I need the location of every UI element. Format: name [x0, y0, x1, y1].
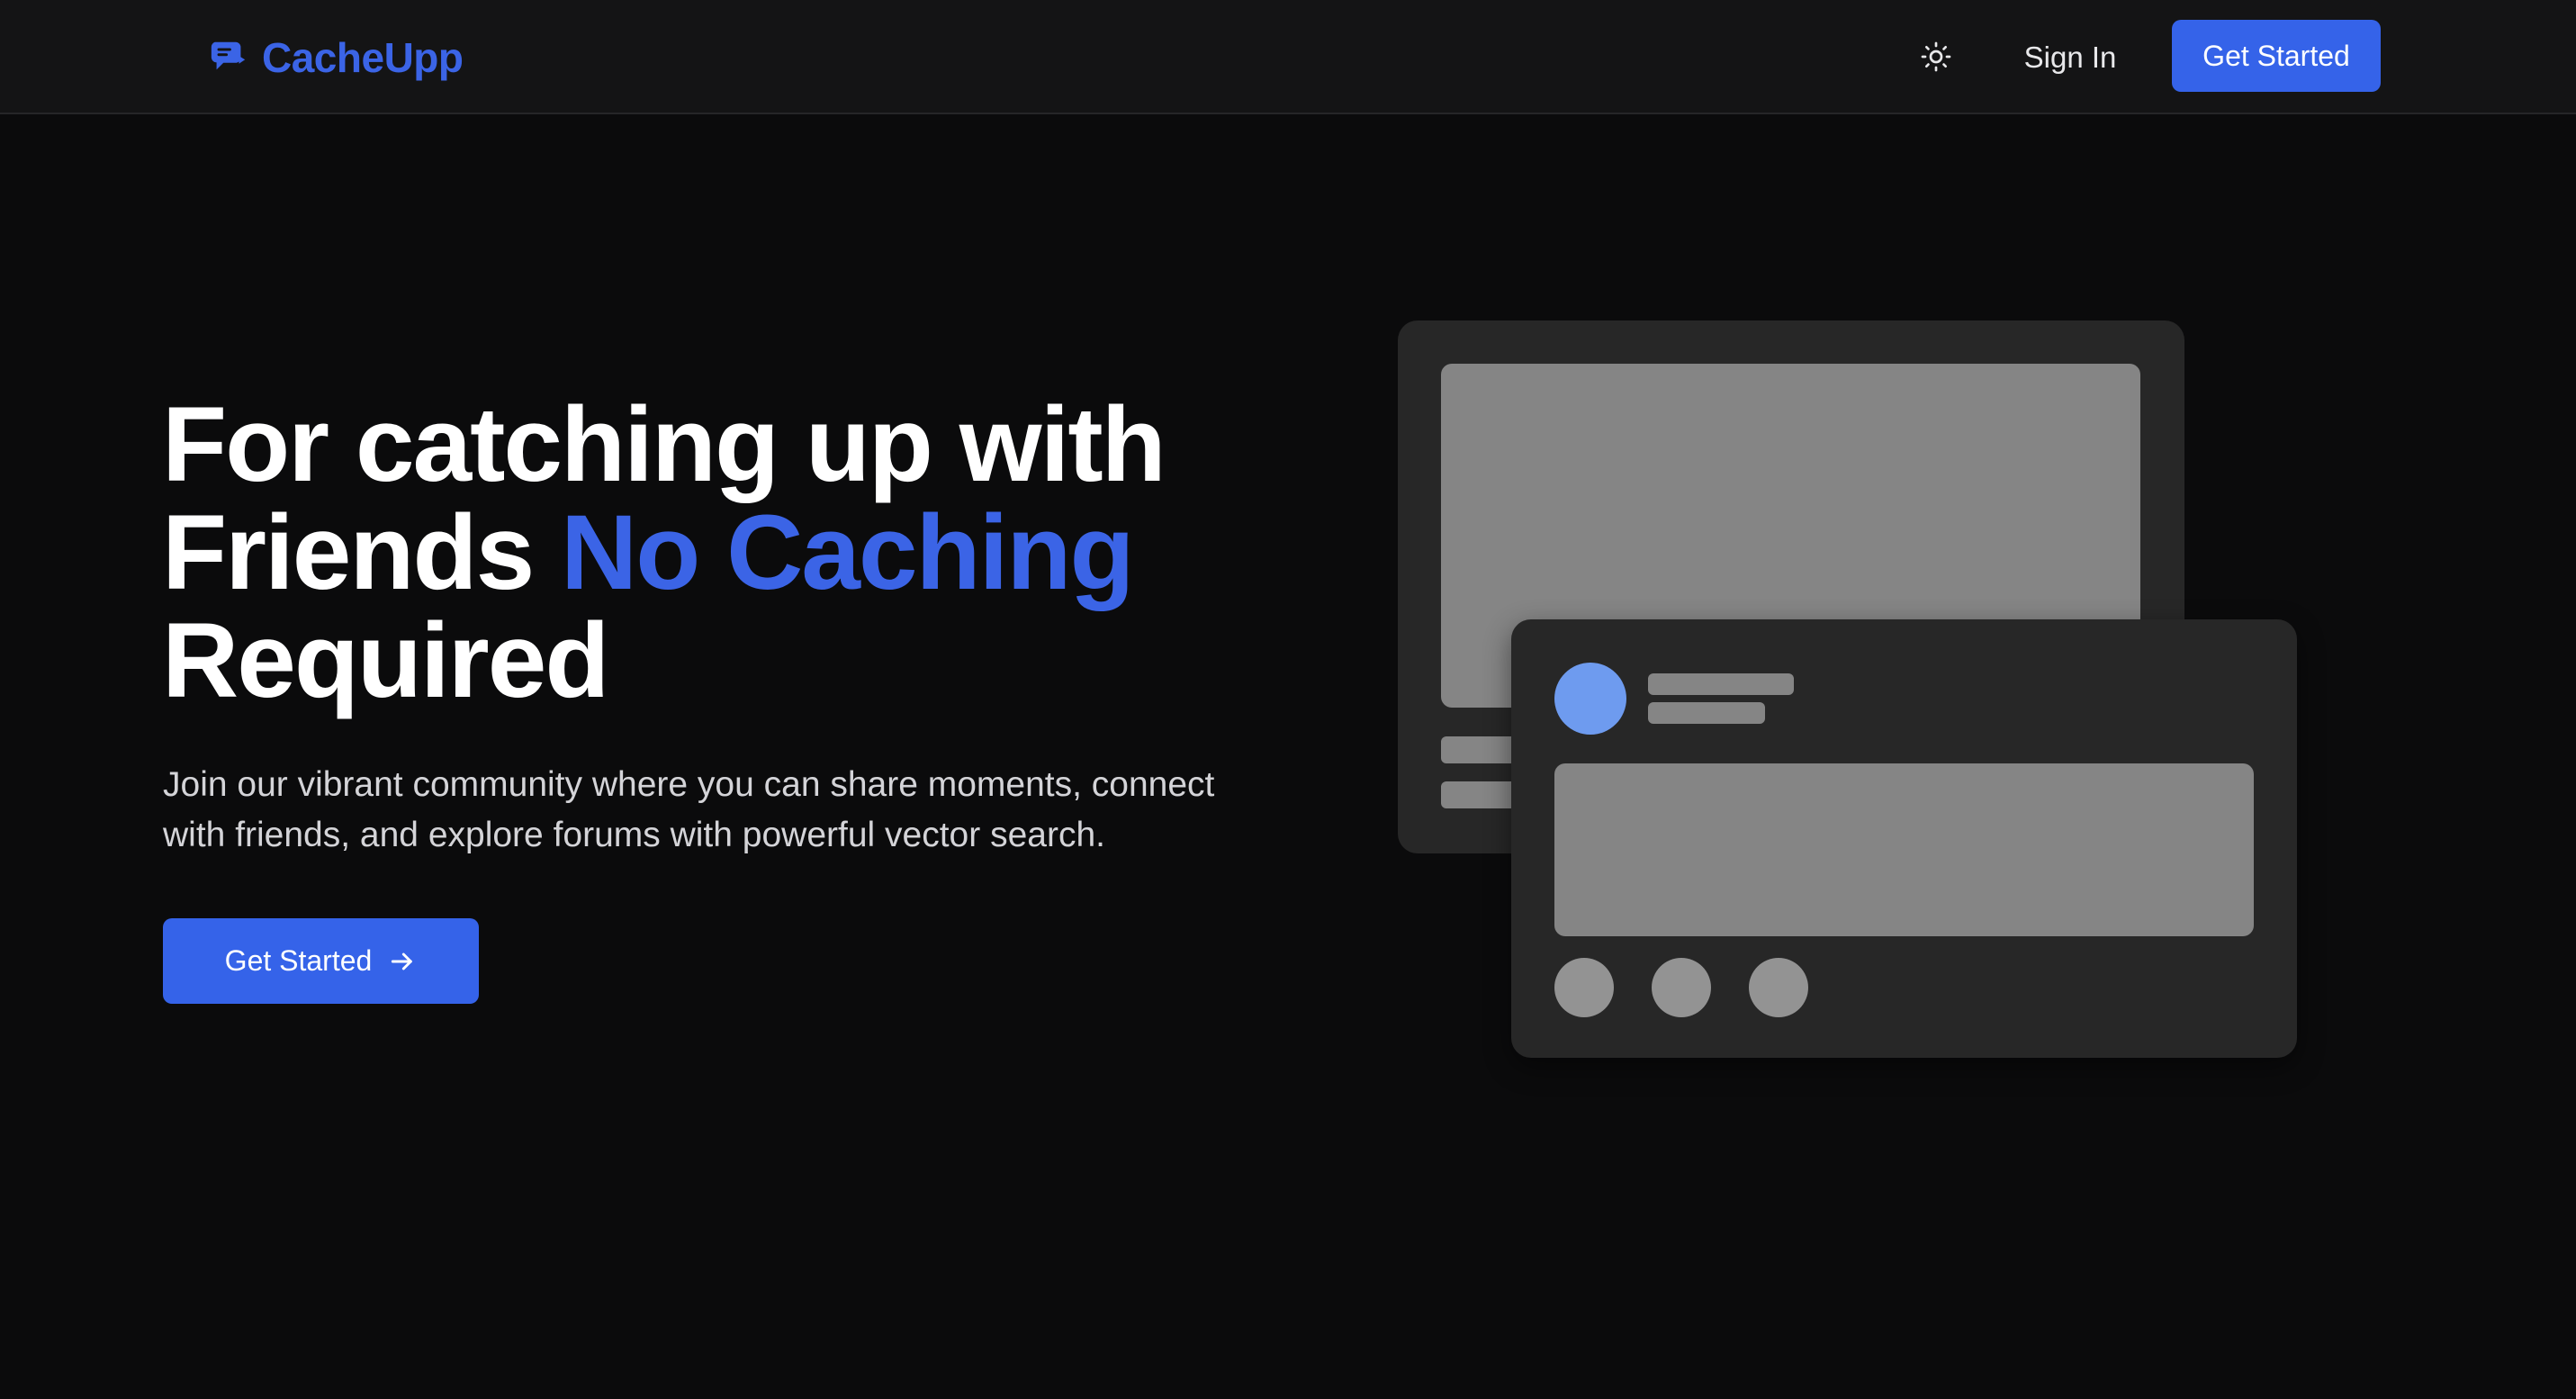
get-started-hero-label: Get Started: [224, 944, 373, 977]
hero-title-accent: No Caching: [560, 493, 1135, 612]
top-navbar: CacheUpp Sign In Get Started: [0, 0, 2576, 114]
illustration-action-dot: [1554, 958, 1614, 1017]
illustration-action-dot: [1749, 958, 1808, 1017]
hero-title: For catching up with Friends No Caching …: [162, 391, 1332, 715]
get-started-hero-button[interactable]: Get Started: [163, 918, 479, 1004]
illustration-post-card: [1511, 619, 2297, 1058]
hero-title-line1: For catching up with: [162, 385, 1166, 504]
illustration-post-media: [1554, 763, 2254, 936]
get-started-nav-button[interactable]: Get Started: [2172, 20, 2381, 92]
sign-in-link[interactable]: Sign In: [1998, 31, 2142, 85]
arrow-right-icon: [392, 952, 413, 970]
sun-icon: [1921, 41, 1951, 72]
illustration-name-line: [1648, 673, 1794, 695]
brand-name: CacheUpp: [262, 34, 464, 81]
theme-toggle-button[interactable]: [1915, 36, 1957, 77]
avatar: [1554, 663, 1626, 735]
brand-logo[interactable]: CacheUpp: [208, 31, 464, 85]
illustration-meta-line: [1648, 702, 1765, 724]
hero-title-line3: Required: [162, 601, 609, 720]
hero-title-line2: Friends: [162, 493, 561, 612]
hero-subtitle: Join our vibrant community where you can…: [163, 765, 1215, 854]
chat-icon: [211, 41, 246, 70]
illustration-action-dot: [1652, 958, 1711, 1017]
